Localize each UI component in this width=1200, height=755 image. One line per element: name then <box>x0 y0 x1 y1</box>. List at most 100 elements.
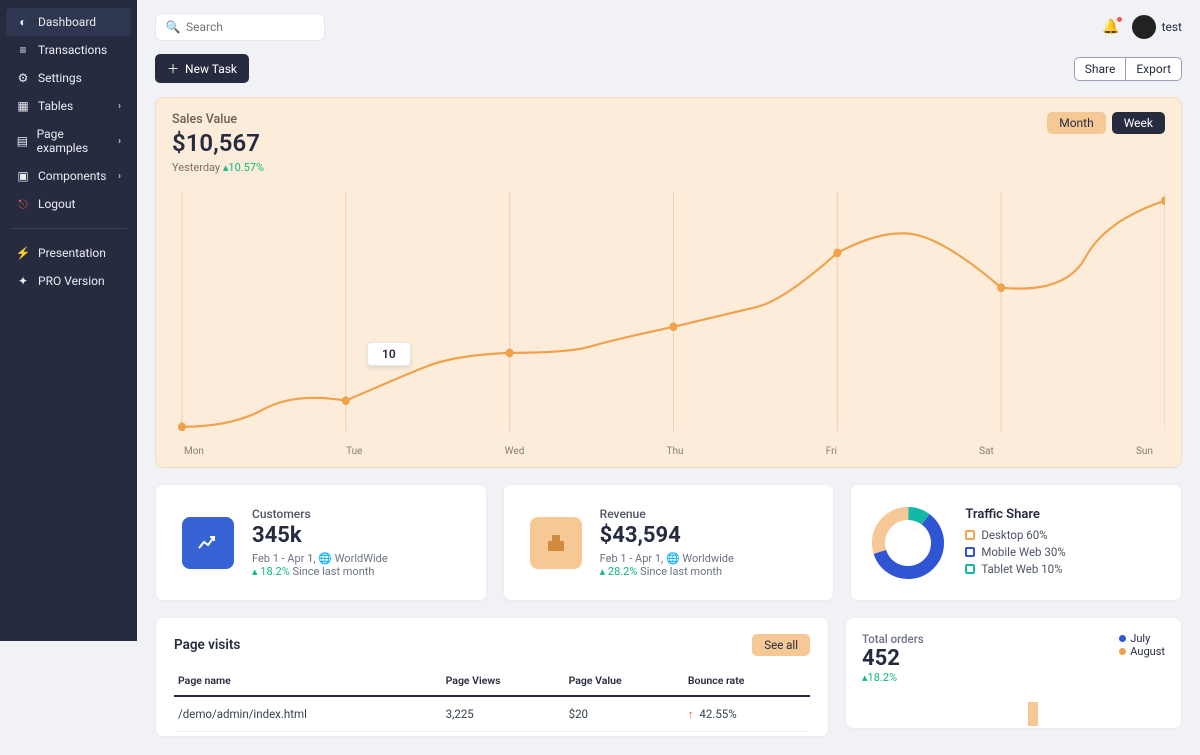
traffic-card: Traffic Share Desktop 60% Mobile Web 30%… <box>850 484 1182 601</box>
caret-up-icon: ▴ <box>252 565 258 578</box>
x-tick: Mon <box>184 446 204 457</box>
button-label: New Task <box>185 62 237 76</box>
orders-card: Total orders 452 ▴18.2% July August <box>845 617 1182 729</box>
stat-value: 345k <box>252 523 388 548</box>
globe-icon: 🌐 <box>666 552 680 565</box>
seg-month[interactable]: Month <box>1047 112 1105 134</box>
sidebar-item-label: Dashboard <box>38 15 96 29</box>
pie-icon: ◐ <box>16 15 30 29</box>
legend-label: August <box>1130 645 1165 658</box>
traffic-item-label: Desktop 60% <box>981 528 1047 542</box>
stat-change: 28.2% <box>608 565 638 578</box>
bolt-icon: ⚡ <box>16 246 30 260</box>
th-page-name: Page name <box>174 666 442 696</box>
sales-sub-label: Yesterday <box>172 161 220 174</box>
stat-since: Since last month <box>640 565 722 578</box>
desktop-icon <box>965 530 975 540</box>
search-icon: 🔍 <box>166 20 180 34</box>
page-icon: ▤ <box>16 134 29 148</box>
traffic-donut <box>869 504 947 582</box>
sidebar-item-label: PRO Version <box>38 274 105 288</box>
sidebar-item-label: Tables <box>38 99 73 113</box>
caret-up-icon: ▴ <box>600 565 606 578</box>
sales-card: Sales Value $10,567 Yesterday ▴10.57% Mo… <box>155 97 1182 468</box>
sidebar-item-components[interactable]: ▣ Components › <box>6 162 131 190</box>
x-tick: Fri <box>826 446 837 457</box>
sidebar-item-pro-version[interactable]: ✦ PRO Version <box>6 267 131 295</box>
sidebar-item-label: Logout <box>38 197 75 211</box>
traffic-title: Traffic Share <box>965 507 1065 522</box>
chevron-right-icon: › <box>118 171 121 182</box>
globe-icon: 🌐 <box>318 552 332 565</box>
tablet-icon <box>965 564 975 574</box>
rocket-icon: ✦ <box>16 274 30 288</box>
user-menu[interactable]: test <box>1132 15 1182 39</box>
stat-label: Revenue <box>600 507 734 521</box>
sidebar-item-tables[interactable]: ▦ Tables › <box>6 92 131 120</box>
customers-card: Customers 345k Feb 1 - Apr 1, 🌐 WorldWid… <box>155 484 487 601</box>
x-tick: Thu <box>667 446 684 457</box>
sidebar-item-presentation[interactable]: ⚡ Presentation <box>6 239 131 267</box>
legend-label: July <box>1130 632 1150 645</box>
sales-change: ▴10.57% <box>223 161 264 174</box>
stat-value: $43,594 <box>600 523 734 548</box>
sidebar-divider <box>10 228 127 229</box>
sidebar-item-transactions[interactable]: ≡ Transactions <box>6 36 131 64</box>
stat-period: Feb 1 - Apr 1, <box>252 552 316 565</box>
revenue-card: Revenue $43,594 Feb 1 - Apr 1, 🌐 Worldwi… <box>503 484 835 601</box>
stat-change: 18.2% <box>260 565 290 578</box>
gear-icon: ⚙ <box>16 71 30 85</box>
arrow-up-icon: ↑ <box>688 707 694 721</box>
traffic-item-label: Mobile Web 30% <box>981 545 1065 559</box>
th-page-value: Page Value <box>565 666 684 696</box>
sidebar-item-settings[interactable]: ⚙ Settings <box>6 64 131 92</box>
sales-chart: 10 <box>172 192 1165 442</box>
seg-week[interactable]: Week <box>1112 112 1165 134</box>
sales-title: Sales Value <box>172 112 264 127</box>
new-task-button[interactable]: ＋ New Task <box>155 54 249 83</box>
card-icon: ≡ <box>16 43 30 57</box>
orders-change: 18.2% <box>868 671 898 684</box>
table-icon: ▦ <box>16 99 30 113</box>
x-tick: Wed <box>505 446 525 457</box>
stat-scope: Worldwide <box>682 552 733 565</box>
page-visits-title: Page visits <box>174 637 240 653</box>
cash-register-icon <box>530 517 582 569</box>
export-button[interactable]: Export <box>1125 57 1182 81</box>
sidebar-item-logout[interactable]: ⎋ Logout <box>6 190 131 218</box>
chart-up-icon <box>182 517 234 569</box>
x-tick: Sat <box>979 446 994 457</box>
see-all-button[interactable]: See all <box>752 634 810 656</box>
orders-bars <box>860 696 1160 726</box>
chevron-right-icon: › <box>118 101 121 112</box>
sidebar-item-label: Components <box>38 169 107 183</box>
x-tick: Sun <box>1136 446 1153 457</box>
bell-icon[interactable]: 🔔 <box>1102 19 1119 35</box>
mobile-icon <box>965 547 975 557</box>
plus-icon: ＋ <box>167 60 179 77</box>
box-icon: ▣ <box>16 169 30 183</box>
chevron-right-icon: › <box>118 136 121 147</box>
chart-tooltip: 10 <box>367 342 411 366</box>
cell-name: /demo/admin/index.html <box>174 696 442 732</box>
search-input-wrap[interactable]: 🔍 <box>155 13 325 41</box>
th-page-views: Page Views <box>442 666 565 696</box>
table-row: /demo/admin/index.html 3,225 $20 ↑ 42.55… <box>174 696 810 732</box>
traffic-item-label: Tablet Web 10% <box>981 562 1062 576</box>
stat-label: Customers <box>252 507 388 521</box>
cell-value: $20 <box>565 696 684 732</box>
sidebar-item-page-examples[interactable]: ▤ Page examples › <box>6 120 131 162</box>
cell-bounce: ↑ 42.55% <box>684 696 810 732</box>
share-button[interactable]: Share <box>1074 57 1126 81</box>
sales-value: $10,567 <box>172 129 264 157</box>
sidebar-item-label: Presentation <box>38 246 106 260</box>
sidebar-item-label: Page examples <box>37 127 110 155</box>
user-name: test <box>1162 20 1182 34</box>
stat-scope: WorldWide <box>335 552 388 565</box>
search-input[interactable] <box>186 20 314 34</box>
logout-icon: ⎋ <box>16 197 30 211</box>
legend-dot-august <box>1119 648 1126 655</box>
cell-views: 3,225 <box>442 696 565 732</box>
sidebar-item-dashboard[interactable]: ◐ Dashboard <box>6 8 131 36</box>
th-bounce: Bounce rate <box>684 666 810 696</box>
